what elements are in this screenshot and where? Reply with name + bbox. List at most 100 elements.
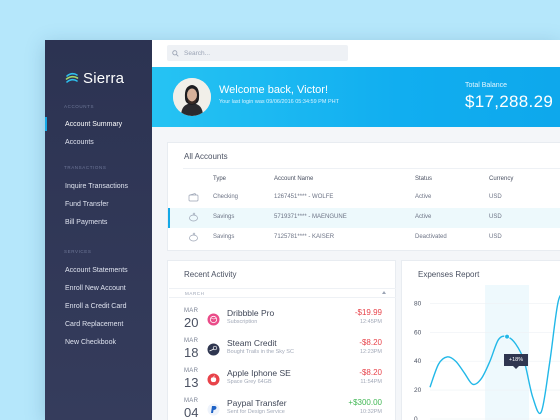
account-currency: USD — [489, 194, 502, 200]
sidebar: Sierra ACCOUNTS Account Summary Accounts… — [45, 40, 152, 420]
transaction-month: MAR — [184, 368, 199, 374]
list-item[interactable]: MAR 18 Steam Credit Bought Trails in the… — [168, 336, 397, 366]
transaction-month: MAR — [184, 308, 199, 314]
y-tick-label: 80 — [414, 300, 422, 307]
sidebar-item-account-statements[interactable]: Account Statements — [45, 263, 152, 277]
table-row[interactable]: Savings 7125781**** - KAISER Deactivated… — [168, 228, 560, 248]
y-tick-label: 40 — [414, 358, 422, 365]
account-type: Savings — [213, 234, 235, 240]
account-name: 1267451**** - WOLFE — [274, 194, 334, 200]
transaction-description: Bought Trails in the Sky SC — [227, 349, 294, 355]
last-login-text: Your last login was 09/06/2016 05:34:59 … — [219, 99, 339, 105]
welcome-banner: Welcome back, Victor! Your last login wa… — [152, 67, 560, 127]
sidebar-section-services: SERVICES — [64, 249, 92, 254]
sidebar-item-bill-payments[interactable]: Bill Payments — [45, 215, 152, 229]
welcome-message: Welcome back, Victor! — [219, 84, 329, 96]
y-tick-label: 0 — [414, 416, 418, 420]
transaction-amount: +$300.00 — [348, 398, 382, 407]
transaction-description: Subscription — [227, 319, 258, 325]
expenses-chart: 80 60 40 20 0 — [414, 285, 560, 420]
transaction-month: MAR — [184, 398, 199, 404]
paypal-icon — [207, 403, 220, 416]
transaction-name: Apple Iphone SE — [227, 368, 291, 378]
column-header-account-name[interactable]: Account Name — [274, 176, 313, 182]
transaction-day: 13 — [184, 375, 199, 390]
chevron-up-icon[interactable] — [382, 291, 386, 294]
piggy-bank-icon — [189, 212, 198, 222]
all-accounts-title: All Accounts — [184, 152, 228, 161]
account-name: 5719371**** - MAENGUNE — [274, 214, 347, 220]
transaction-amount: -$8.20 — [359, 338, 382, 347]
steam-icon — [207, 343, 220, 356]
transaction-time: 10:32PM — [359, 409, 382, 415]
sidebar-item-enroll-new-account[interactable]: Enroll New Account — [45, 281, 152, 295]
account-type: Savings — [213, 214, 235, 220]
sidebar-item-enroll-credit-card[interactable]: Enroll a Credit Card — [45, 299, 152, 313]
app-window: Sierra ACCOUNTS Account Summary Accounts… — [45, 40, 560, 420]
transaction-name: Dribbble Pro — [227, 308, 275, 318]
sidebar-item-fund-transfer[interactable]: Fund Transfer — [45, 197, 152, 211]
table-row[interactable]: Savings 5719371**** - MAENGUNE Active US… — [168, 208, 560, 228]
account-status: Deactivated — [415, 234, 447, 240]
transaction-description: Space Grey 64GB — [227, 379, 272, 385]
table-row[interactable]: Checking 1267451**** - WOLFE Active USD — [168, 188, 560, 208]
sidebar-item-inquire-transactions[interactable]: Inquire Transactions — [45, 179, 152, 193]
account-currency: USD — [489, 214, 502, 220]
month-label: MARCH — [185, 291, 205, 296]
transaction-time: 11:54PM — [360, 379, 382, 385]
sidebar-item-account-summary[interactable]: Account Summary — [45, 117, 152, 131]
search-box[interactable] — [167, 45, 348, 61]
month-filter[interactable]: MARCH — [169, 288, 396, 298]
highlight-point[interactable] — [504, 333, 510, 340]
avatar[interactable] — [173, 78, 211, 116]
sidebar-section-accounts: ACCOUNTS — [64, 104, 95, 109]
recent-activity-title: Recent Activity — [184, 270, 237, 279]
recent-activity-card: Recent Activity MARCH MAR 20 Dribbble Pr… — [167, 260, 396, 420]
account-currency: USD — [489, 234, 502, 240]
column-header-currency[interactable]: Currency — [489, 176, 513, 182]
transaction-day: 18 — [184, 345, 199, 360]
y-tick-label: 60 — [414, 329, 422, 336]
sidebar-item-new-checkbook[interactable]: New Checkbook — [45, 335, 152, 349]
transaction-day: 04 — [184, 405, 199, 420]
transaction-day: 20 — [184, 315, 199, 330]
expenses-report-card: Expenses Report 80 60 40 20 0 +18% — [401, 260, 560, 420]
list-item[interactable]: MAR 04 Paypal Transfer Sent for Design S… — [168, 396, 397, 420]
total-balance-value: $17,288.29 — [465, 92, 554, 111]
transaction-name: Paypal Transfer — [227, 398, 287, 408]
list-item[interactable]: MAR 13 Apple Iphone SE Space Grey 64GB -… — [168, 366, 397, 396]
top-bar — [152, 40, 560, 67]
dribbble-icon — [207, 313, 220, 326]
brand[interactable]: Sierra — [65, 69, 125, 87]
piggy-bank-icon — [189, 232, 198, 242]
transaction-name: Steam Credit — [227, 338, 277, 348]
column-header-status[interactable]: Status — [415, 176, 432, 182]
account-name: 7125781**** - KAISER — [274, 234, 335, 240]
search-input[interactable] — [184, 49, 334, 57]
account-status: Active — [415, 194, 432, 200]
transaction-time: 12:23PM — [359, 349, 382, 355]
highlight-band — [485, 285, 530, 420]
brand-name: Sierra — [83, 69, 125, 87]
account-type: Checking — [213, 194, 239, 200]
wallet-icon — [188, 193, 199, 202]
search-icon — [172, 49, 179, 57]
sierra-logo-icon — [65, 72, 79, 83]
transaction-description: Sent for Design Service — [227, 409, 285, 415]
transaction-amount: -$19.99 — [354, 308, 382, 317]
sidebar-section-transactions: TRANSACTIONS — [64, 165, 107, 170]
transaction-time: 12:45PM — [359, 319, 382, 325]
sidebar-item-accounts[interactable]: Accounts — [45, 135, 152, 149]
column-header-type[interactable]: Type — [213, 176, 226, 182]
chart-tooltip: +18% — [504, 354, 528, 369]
list-item[interactable]: MAR 20 Dribbble Pro Subscription -$19.99… — [168, 306, 397, 336]
transaction-amount: -$8.20 — [359, 368, 382, 377]
y-tick-label: 20 — [414, 387, 422, 394]
all-accounts-card: All Accounts Type Account Name Status Cu… — [167, 142, 560, 251]
account-status: Active — [415, 214, 432, 220]
user-photo — [173, 78, 211, 116]
transaction-month: MAR — [184, 338, 199, 344]
sidebar-item-card-replacement[interactable]: Card Replacement — [45, 317, 152, 331]
divider — [183, 168, 560, 169]
total-balance-label: Total Balance — [465, 82, 508, 89]
